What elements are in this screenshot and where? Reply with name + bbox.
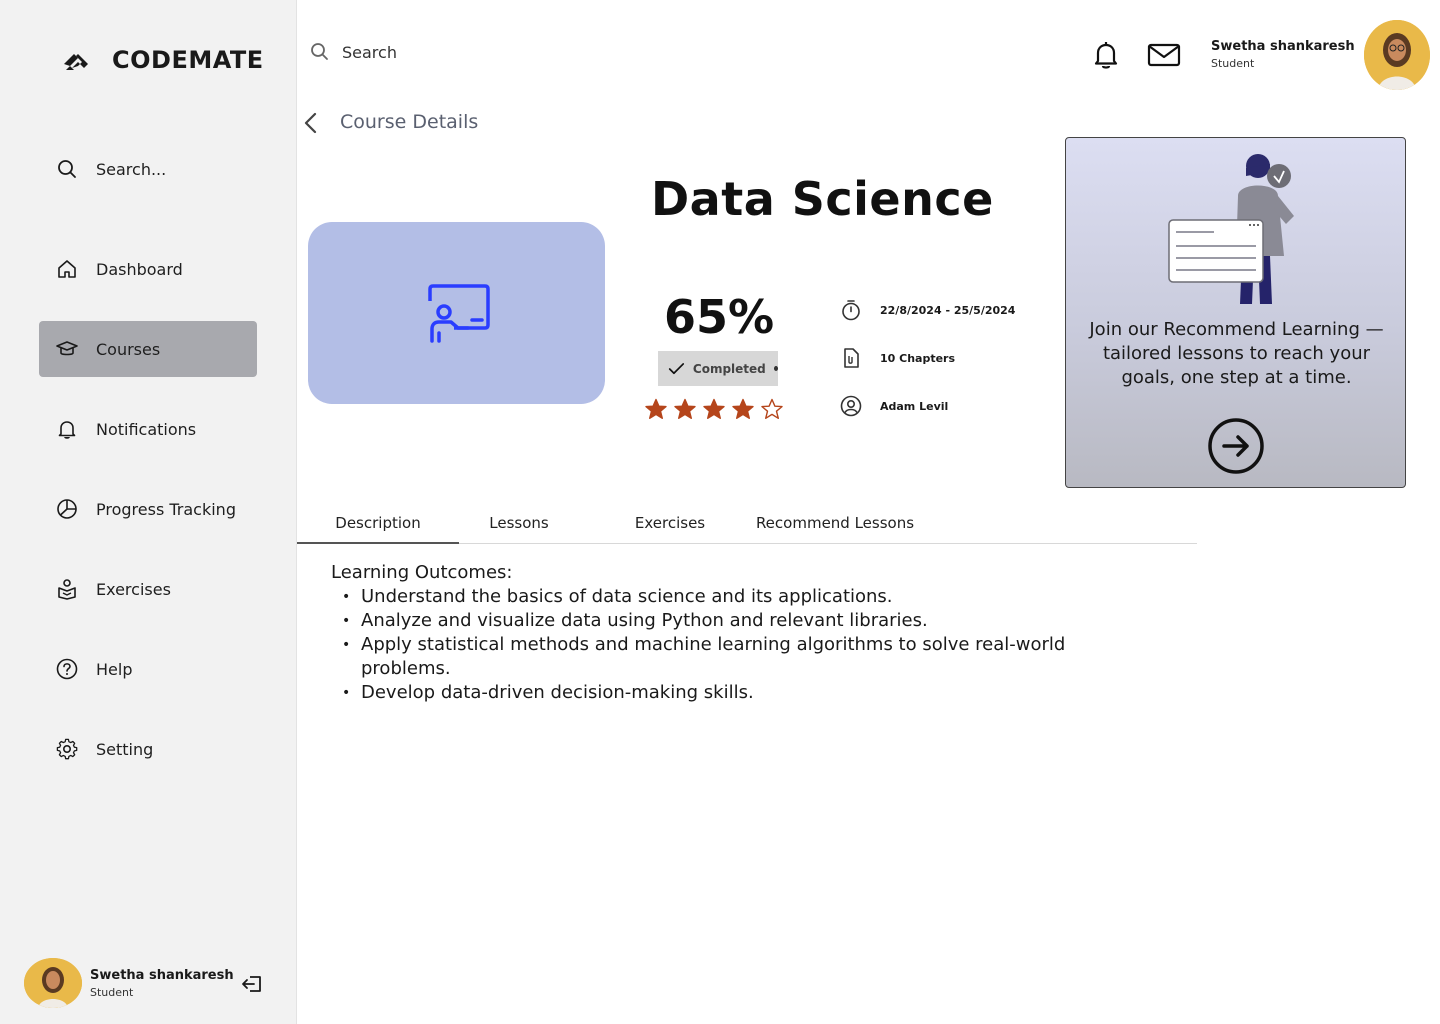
exercise-icon [56, 578, 78, 600]
tab-lessons[interactable]: Lessons [459, 510, 579, 544]
progress-percent: 65% [664, 290, 775, 344]
course-thumbnail [308, 222, 605, 404]
page-title: Course Details [340, 111, 479, 133]
status-label: Completed [692, 361, 766, 376]
graduation-cap-icon [56, 338, 78, 360]
course-title: Data Science [651, 172, 994, 226]
avatar[interactable] [1364, 20, 1430, 90]
arrow-right-circle-icon[interactable] [1208, 418, 1264, 474]
tab-exercises[interactable]: Exercises [615, 510, 725, 544]
help-icon [56, 658, 78, 680]
header-search[interactable]: Search [310, 42, 397, 62]
status-dot [773, 366, 778, 371]
sidebar: CODEMATE Search... Dashboard Courses Not… [0, 0, 297, 1024]
pie-chart-icon [56, 498, 78, 520]
sidebar-item-help[interactable]: Help [39, 641, 257, 697]
header-search-label: Search [342, 42, 397, 62]
home-icon [56, 258, 78, 280]
search-icon [311, 43, 328, 60]
document-icon [844, 348, 859, 368]
list-item: Understand the basics of data science an… [331, 585, 1131, 609]
tab-recommend-lessons[interactable]: Recommend Lessons [749, 510, 921, 544]
profile-role: Student [90, 985, 134, 999]
tab-description[interactable]: Description [297, 510, 459, 544]
sidebar-search[interactable]: Search... [39, 141, 257, 197]
course-chapters: 10 Chapters [840, 347, 955, 369]
sidebar-search-label: Search... [96, 159, 167, 179]
check-icon [668, 362, 685, 374]
user-circle-icon [840, 395, 862, 417]
sidebar-item-exercises[interactable]: Exercises [39, 561, 257, 617]
recommend-learning-text: Join our Recommend Learning — tailored l… [1089, 319, 1384, 388]
presentation-icon [427, 284, 490, 343]
recommend-illustration [1168, 154, 1294, 304]
timer-icon [842, 300, 860, 321]
notification-bell-icon[interactable] [1092, 40, 1120, 70]
course-instructor: Adam Levil [840, 395, 948, 417]
back-button[interactable] [300, 110, 324, 136]
mail-icon[interactable] [1147, 42, 1181, 68]
course-chapters-value: 10 Chapters [880, 351, 956, 365]
brand[interactable]: CODEMATE [60, 44, 264, 76]
recommend-learning-card[interactable]: Join our Recommend Learning — tailored l… [1065, 137, 1406, 488]
sidebar-item-setting[interactable]: Setting [39, 721, 257, 777]
star-filled-icon [703, 398, 725, 419]
codemate-logo-icon [64, 54, 88, 70]
sidebar-profile[interactable]: Swetha shankaresh Student [24, 958, 274, 1008]
star-filled-icon [674, 398, 696, 419]
sidebar-item-label: Dashboard [96, 259, 183, 279]
logout-icon[interactable] [240, 972, 264, 996]
list-item: Develop data-driven decision-making skil… [331, 681, 1131, 705]
search-icon [56, 158, 78, 180]
star-filled-icon [645, 398, 667, 419]
course-instructor-value: Adam Levil [880, 399, 949, 413]
sidebar-item-label: Exercises [96, 579, 171, 599]
course-dates-value: 22/8/2024 - 25/5/2024 [880, 303, 1016, 317]
star-filled-icon [732, 398, 754, 419]
profile-name: Swetha shankaresh [1211, 39, 1355, 54]
sidebar-item-dashboard[interactable]: Dashboard [39, 241, 257, 297]
description-heading: Learning Outcomes: [331, 562, 513, 583]
course-description: Learning Outcomes: Understand the basics… [331, 561, 1131, 705]
sidebar-item-progress-tracking[interactable]: Progress Tracking [39, 481, 257, 537]
course-tabs: Description Lessons Exercises Recommend … [297, 510, 1197, 544]
course-dates: 22/8/2024 - 25/5/2024 [840, 299, 1015, 321]
sidebar-item-label: Courses [96, 339, 161, 359]
star-empty-icon [761, 398, 783, 419]
sidebar-item-notifications[interactable]: Notifications [39, 401, 257, 457]
brand-name: CODEMATE [112, 46, 264, 74]
sidebar-item-label: Notifications [96, 419, 197, 439]
profile-role: Student [1211, 57, 1255, 70]
learning-outcomes-list: Understand the basics of data science an… [331, 585, 1131, 705]
bell-icon [56, 418, 78, 440]
sidebar-item-label: Setting [96, 739, 154, 759]
list-item: Apply statistical methods and machine le… [331, 633, 1131, 681]
sidebar-item-label: Progress Tracking [96, 499, 236, 519]
sidebar-item-label: Help [96, 659, 133, 679]
header-profile[interactable]: Swetha shankaresh Student [1211, 39, 1355, 70]
avatar [24, 958, 82, 1008]
gear-icon [56, 738, 78, 760]
profile-name: Swetha shankaresh [90, 967, 234, 983]
rating-stars [645, 398, 783, 420]
status-badge: Completed [658, 351, 778, 386]
list-item: Analyze and visualize data using Python … [331, 609, 1131, 633]
sidebar-item-courses[interactable]: Courses [39, 321, 257, 377]
